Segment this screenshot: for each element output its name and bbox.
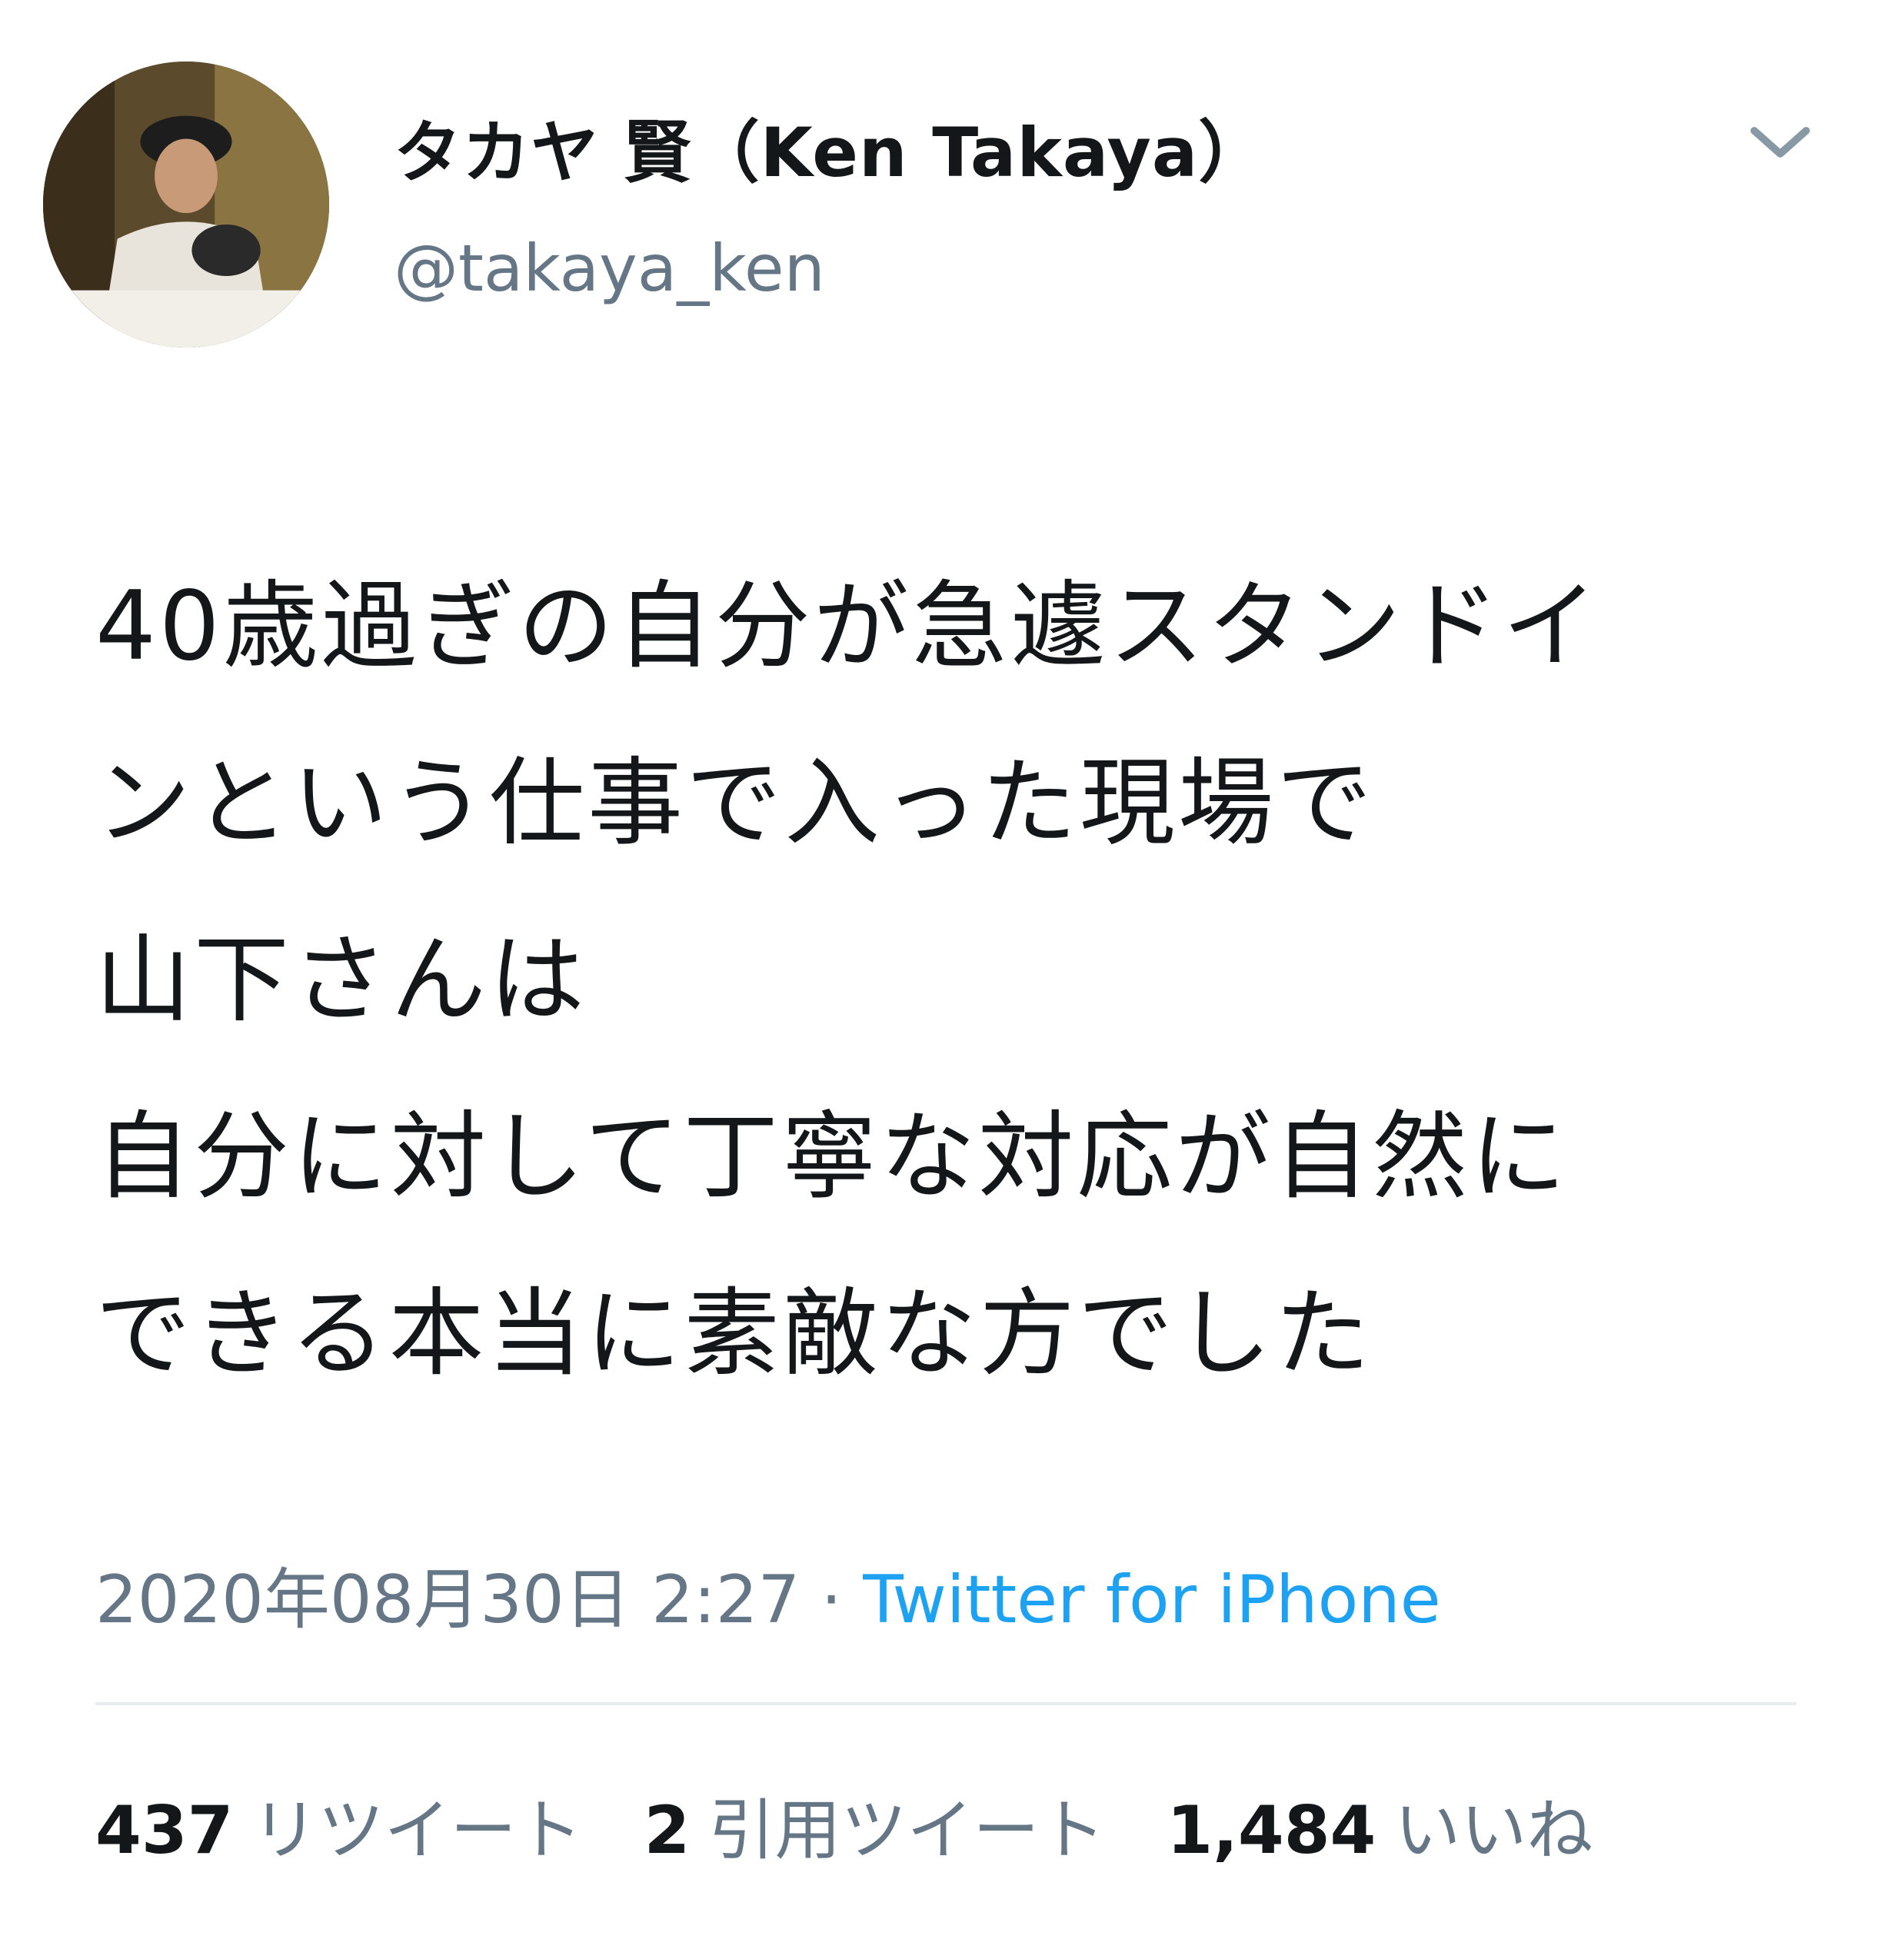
chevron-down-icon[interactable] — [1746, 108, 1815, 177]
likes-stat[interactable]: 1,484 いいね — [1167, 1792, 1593, 1869]
meta-separator: · — [800, 1562, 864, 1638]
retweets-stat[interactable]: 437 リツイート — [95, 1792, 583, 1869]
display-name[interactable]: タカヤ 賢（Ken Takaya） — [394, 98, 1267, 196]
user-handle[interactable]: @takaya_ken — [394, 231, 825, 306]
quotes-count: 2 — [644, 1792, 691, 1869]
likes-label: いいね — [1394, 1792, 1593, 1869]
divider — [95, 1702, 1796, 1705]
retweets-label: リツイート — [251, 1792, 583, 1869]
retweets-count: 437 — [95, 1792, 234, 1869]
avatar-image — [43, 62, 329, 348]
tweet-timestamp[interactable]: 2020年08月30日 2:27 — [95, 1562, 800, 1638]
quotes-label: 引用ツイート — [708, 1792, 1106, 1869]
tweet-stats: 437 リツイート 2 引用ツイート 1,484 いいね — [95, 1776, 1654, 1872]
tweet-source-link[interactable]: Twitter for iPhone — [863, 1562, 1440, 1638]
quotes-stat[interactable]: 2 引用ツイート — [644, 1792, 1106, 1869]
tweet-meta: 2020年08月30日 2:27 · Twitter for iPhone — [95, 1545, 1441, 1641]
user-avatar[interactable] — [43, 62, 329, 348]
likes-count: 1,484 — [1167, 1792, 1376, 1869]
tweet-text: 40歳過ぎの自分が急遽スタンドイ ンという仕事で入った現場で 山下さんは 自分に… — [95, 571, 1601, 1389]
